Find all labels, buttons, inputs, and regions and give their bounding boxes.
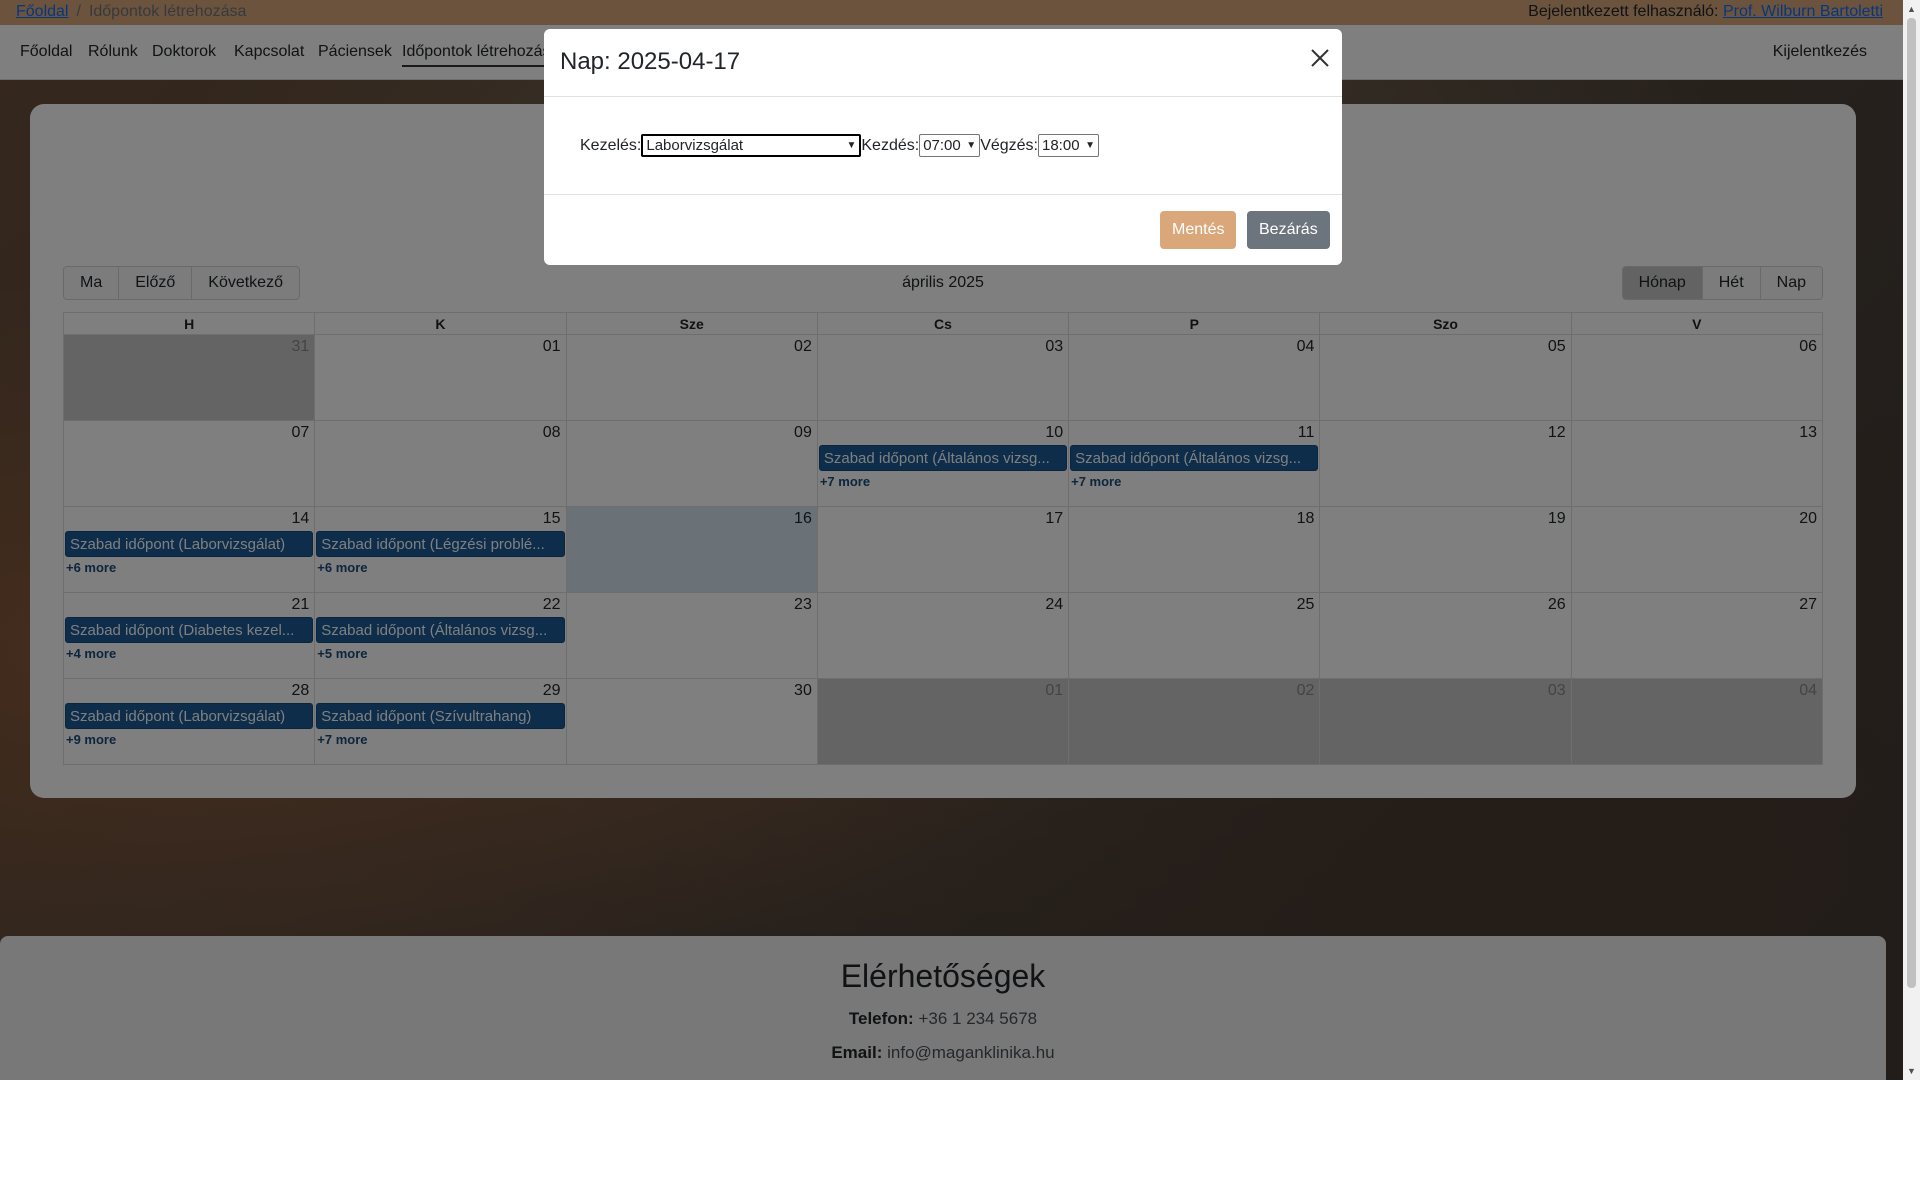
close-button[interactable]: Bezárás xyxy=(1247,211,1330,249)
start-label: Kezdés: xyxy=(861,136,920,154)
treatment-label: Kezelés: xyxy=(580,136,642,154)
end-time-select[interactable]: 18:00 ▼ xyxy=(1038,134,1099,157)
start-time-select[interactable]: 07:00 ▼ xyxy=(919,134,981,157)
modal-footer: Mentés Bezárás xyxy=(544,195,1342,263)
chevron-down-icon: ▼ xyxy=(846,140,857,151)
chevron-down-icon: ▼ xyxy=(1085,140,1095,151)
chevron-down-icon: ▼ xyxy=(966,140,977,151)
modal-title: Nap: 2025-04-17 xyxy=(560,48,741,75)
blank-area xyxy=(0,1080,1920,1177)
end-label: Végzés: xyxy=(980,136,1038,154)
scroll-up-icon[interactable]: ▲ xyxy=(1907,4,1916,14)
appointment-modal: Nap: 2025-04-17 Kezelés: Laborvizsgálat ▼… xyxy=(544,29,1342,265)
treatment-select[interactable]: Laborvizsgálat ▼ xyxy=(641,134,862,157)
modal-header: Nap: 2025-04-17 xyxy=(544,29,1342,97)
save-button[interactable]: Mentés xyxy=(1160,211,1237,249)
scroll-down-icon[interactable]: ▼ xyxy=(1907,1066,1916,1076)
modal-body: Kezelés: Laborvizsgálat ▼ Kezdés: 07:00 ▼ … xyxy=(544,97,1342,195)
close-icon[interactable] xyxy=(1310,45,1330,73)
vertical-scrollbar[interactable]: ▲ ▼ xyxy=(1903,0,1920,1080)
scrollbar-thumb[interactable] xyxy=(1907,18,1916,988)
page-viewport: Főoldal/Időpontok létrehozása Bejelentke… xyxy=(0,0,1903,1080)
